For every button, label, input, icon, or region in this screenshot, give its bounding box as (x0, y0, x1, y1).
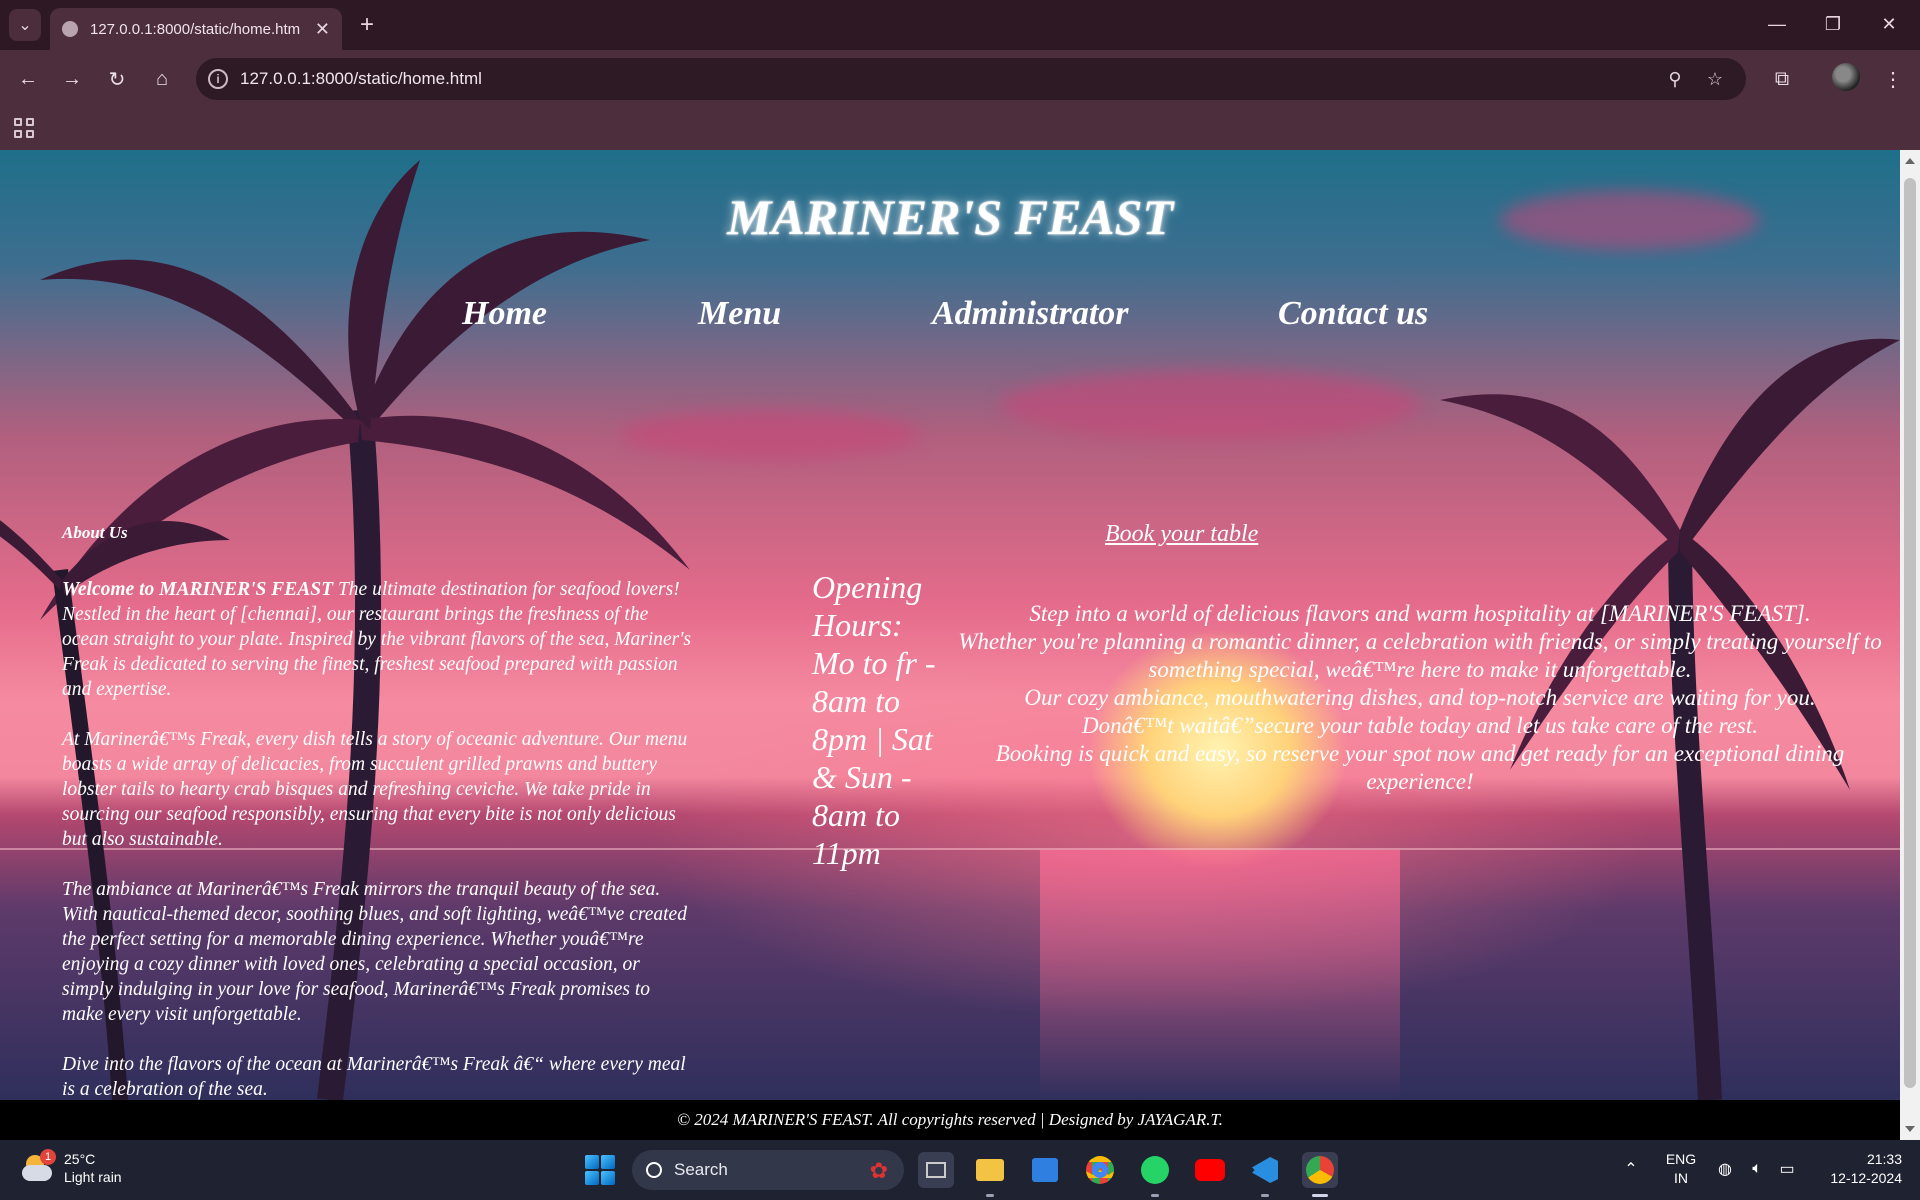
intro-line: Our cozy ambiance, mouthwatering dishes,… (1024, 685, 1816, 710)
address-bar[interactable]: i 127.0.0.1:8000/static/home.html ⚲ ☆ (196, 58, 1746, 100)
restore-icon[interactable]: ❐ (1810, 8, 1856, 40)
vscode-icon[interactable] (1247, 1152, 1283, 1188)
apps-grid-icon[interactable] (14, 118, 34, 138)
scroll-down-icon[interactable] (1905, 1126, 1915, 1132)
site-footer: © 2024 MARINER'S FEAST. All copyrights r… (0, 1100, 1900, 1140)
site-title: MARINER'S FEAST (726, 189, 1174, 245)
about-text: Welcome to MARINER'S FEAST The ultimate … (62, 577, 692, 1100)
chevron-down-icon: ⌄ (18, 17, 32, 34)
volume-icon[interactable]: 🔈︎ (1746, 1158, 1768, 1180)
scroll-up-icon[interactable] (1905, 158, 1915, 164)
weather-desc: Light rain (64, 1169, 122, 1185)
book-table-link[interactable]: Book your table (1105, 521, 1258, 548)
file-explorer-icon[interactable] (972, 1152, 1008, 1188)
about-paragraph: Welcome to MARINER'S FEAST The ultimate … (62, 577, 692, 702)
profile-avatar[interactable] (1832, 63, 1860, 91)
browser-tab-bar: ⌄ 127.0.0.1:8000/static/home.html ✕ + — … (0, 0, 1920, 50)
running-indicator (1151, 1194, 1159, 1197)
chevron-up-icon[interactable]: ⌃ (1620, 1158, 1642, 1180)
clock-date: 12-12-2024 (1830, 1170, 1902, 1186)
microsoft-store-icon[interactable] (1027, 1152, 1063, 1188)
clock-time: 21:33 (1866, 1151, 1902, 1167)
search-label: Search (674, 1160, 728, 1179)
extensions-puzzle-icon[interactable]: ⧉ (1766, 63, 1798, 95)
youtube-icon[interactable] (1192, 1152, 1228, 1188)
site-info-icon[interactable]: i (208, 69, 228, 89)
battery-icon[interactable]: ▭ (1776, 1158, 1798, 1180)
browser-toolbar: ← → ↻ ⌂ i 127.0.0.1:8000/static/home.htm… (0, 50, 1920, 108)
nav-home[interactable]: Home (462, 295, 547, 333)
chrome-icon[interactable] (1082, 1152, 1118, 1188)
language-indicator[interactable]: ENG IN (1660, 1150, 1702, 1188)
footer-text: © 2024 MARINER'S FEAST. All copyrights r… (677, 1110, 1223, 1129)
network-globe-icon[interactable]: ◍ (1714, 1158, 1736, 1180)
minimize-icon[interactable]: — (1754, 8, 1800, 40)
task-view-icon[interactable] (918, 1152, 954, 1188)
whatsapp-icon[interactable] (1137, 1152, 1173, 1188)
clock[interactable]: 21:33 12-12-2024 (1812, 1150, 1902, 1188)
active-indicator (1312, 1194, 1328, 1197)
home-icon[interactable]: ⌂ (146, 63, 178, 95)
reload-icon[interactable]: ↻ (101, 63, 133, 95)
sea-reflection (1040, 850, 1400, 1100)
nav-menu[interactable]: Menu (698, 295, 781, 333)
about-paragraph-3: The ambiance at Marinerâ€™s Freak mirror… (62, 879, 687, 1025)
running-indicator (1261, 1194, 1269, 1197)
page-scrollbar[interactable] (1900, 150, 1920, 1140)
tab-search-button[interactable]: ⌄ (9, 9, 41, 41)
globe-icon (62, 21, 78, 37)
weather-cloud-icon: 1 (22, 1149, 56, 1183)
about-intro-bold: Welcome to MARINER'S FEAST (62, 579, 334, 600)
about-paragraph-2: At Marinerâ€™s Freak, every dish tells a… (62, 729, 688, 850)
notification-badge: 1 (40, 1149, 56, 1165)
browser-tab[interactable]: 127.0.0.1:8000/static/home.html ✕ (50, 8, 342, 50)
about-heading: About Us (62, 523, 128, 542)
about-paragraph-4: Dive into the flavors of the ocean at Ma… (62, 1054, 686, 1100)
weather-temp: 25°C (64, 1151, 96, 1167)
tab-title: 127.0.0.1:8000/static/home.html (90, 20, 300, 38)
bookmark-star-icon[interactable]: ☆ (1702, 66, 1728, 92)
lang-top: ENG (1665, 1151, 1697, 1167)
search-highlight-icon: ✿ (869, 1158, 888, 1183)
zoom-icon[interactable]: ⚲ (1662, 66, 1688, 92)
intro-line: something special, weâ€™re here to make … (1148, 657, 1692, 682)
close-tab-icon[interactable]: ✕ (315, 19, 330, 40)
url-text: 127.0.0.1:8000/static/home.html (240, 69, 482, 88)
forward-arrow-icon[interactable]: → (56, 63, 88, 95)
nav-administrator[interactable]: Administrator (932, 295, 1129, 333)
scrollbar-thumb[interactable] (1904, 178, 1916, 1088)
window-close-icon[interactable]: ✕ (1866, 8, 1912, 40)
chrome-profile-icon[interactable] (1302, 1152, 1338, 1188)
intro-line: Step into a world of delicious flavors a… (1029, 601, 1811, 626)
windows-taskbar: 1 25°C Light rain Search ✿ ⌃ ENG IN ◍ 🔈︎… (0, 1140, 1920, 1200)
new-tab-button[interactable]: + (352, 10, 382, 40)
running-indicator (986, 1194, 994, 1197)
intro-text: Step into a world of delicious flavors a… (950, 600, 1890, 796)
kebab-menu-icon[interactable]: ⋮ (1877, 63, 1909, 95)
nav-contact-us[interactable]: Contact us (1278, 295, 1428, 333)
taskbar-search[interactable]: Search ✿ (632, 1150, 904, 1190)
page-viewport: MARINER'S FEAST Home Menu Administrator … (0, 150, 1900, 1100)
intro-line: Donâ€™t waitâ€”secure your table today a… (1081, 713, 1759, 738)
lang-bottom: IN (1674, 1170, 1688, 1186)
intro-line: Booking is quick and easy, so reserve yo… (995, 741, 1845, 794)
weather-widget[interactable]: 1 25°C Light rain (22, 1149, 122, 1186)
search-icon (646, 1162, 662, 1178)
intro-line: Whether you're planning a romantic dinne… (958, 629, 1882, 654)
windows-start-icon[interactable] (585, 1155, 615, 1185)
opening-hours: Opening Hours: Mo to fr - 8am to 8pm | S… (812, 569, 936, 871)
back-arrow-icon[interactable]: ← (12, 63, 44, 95)
cloud-shape (1000, 370, 1420, 440)
bookmarks-bar (0, 108, 1920, 150)
